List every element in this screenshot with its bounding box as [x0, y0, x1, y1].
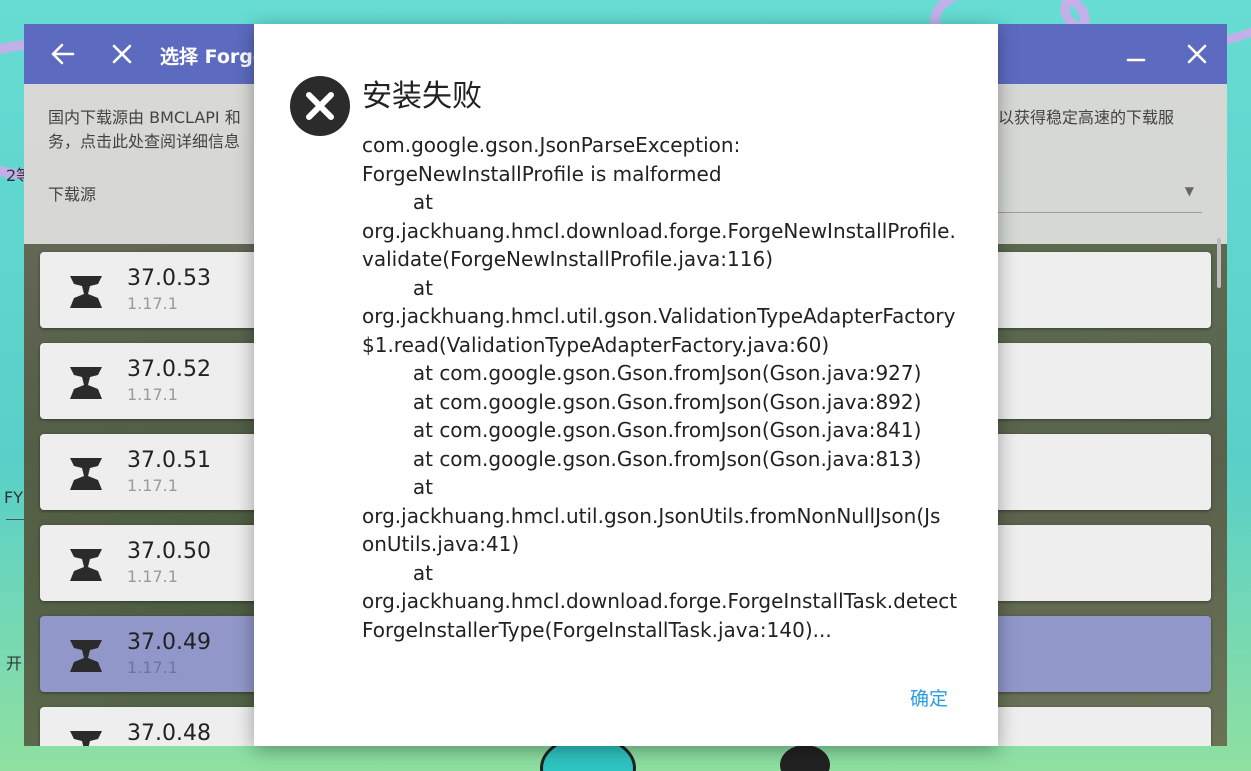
- info-text-fragment: 以获得稳定高速的下载服: [998, 108, 1175, 127]
- version-number: 37.0.51: [127, 448, 211, 473]
- game-version: 1.17.1: [127, 476, 178, 495]
- stacktrace-line: ForgeInstallerType(ForgeInstallTask.java…: [362, 617, 832, 642]
- stacktrace-line: at: [362, 190, 433, 214]
- wallpaper-shape: [780, 745, 830, 771]
- anvil-icon: [70, 549, 102, 581]
- close-icon: [112, 44, 132, 64]
- anvil-icon: [70, 367, 102, 399]
- minimize-icon: [1126, 58, 1146, 62]
- version-number: 37.0.48: [127, 721, 211, 746]
- chevron-down-icon: ▼: [1184, 184, 1194, 198]
- stacktrace-line: ForgeNewInstallProfile is malformed: [362, 161, 722, 186]
- game-version: 1.17.1: [127, 567, 178, 586]
- anvil-icon: [70, 276, 102, 308]
- close-page-button[interactable]: [104, 36, 140, 72]
- stacktrace-line: onUtils.java:41): [362, 532, 520, 556]
- minimize-button[interactable]: [1118, 36, 1154, 72]
- anvil-icon: [70, 731, 102, 746]
- confirm-button[interactable]: 确定: [910, 684, 948, 711]
- stacktrace-line: validate(ForgeNewInstallProfile.java:116…: [362, 247, 773, 271]
- window-title: 选择 Forge: [160, 46, 266, 68]
- error-circle-icon: [290, 76, 350, 136]
- stacktrace-line: at com.google.gson.Gson.fromJson(Gson.ja…: [362, 361, 922, 385]
- version-number: 37.0.52: [127, 357, 211, 382]
- desktop-text-fragment: 开: [6, 654, 23, 673]
- stacktrace-line: org.jackhuang.hmcl.util.gson.ValidationT…: [362, 304, 956, 328]
- back-button[interactable]: [44, 36, 80, 72]
- stacktrace-line: at com.google.gson.Gson.fromJson(Gson.ja…: [362, 389, 922, 414]
- game-version: 1.17.1: [127, 658, 178, 677]
- stacktrace-line: $1.read(ValidationTypeAdapterFactory.jav…: [362, 332, 830, 357]
- desktop-text-fragment: FY: [4, 488, 23, 507]
- stacktrace-line: at com.google.gson.Gson.fromJson(Gson.ja…: [362, 418, 922, 442]
- stacktrace-line: com.google.gson.JsonParseException:: [362, 133, 741, 157]
- stacktrace-line: at: [362, 560, 433, 585]
- stacktrace-line: org.jackhuang.hmcl.download.forge.ForgeI…: [362, 589, 958, 613]
- error-stacktrace: com.google.gson.JsonParseException: Forge…: [362, 131, 967, 644]
- stacktrace-line: at com.google.gson.Gson.fromJson(Gson.ja…: [362, 446, 922, 471]
- stacktrace-line: org.jackhuang.hmcl.util.gson.JsonUtils.f…: [362, 503, 941, 528]
- stacktrace-line: at: [362, 475, 433, 499]
- desktop-divider: [6, 519, 24, 520]
- close-icon: [1187, 44, 1207, 64]
- dialog-title: 安装失败: [362, 79, 482, 114]
- version-number: 37.0.49: [127, 630, 211, 655]
- stacktrace-line: at: [362, 275, 433, 300]
- version-number: 37.0.50: [127, 539, 211, 564]
- install-failed-dialog: 安装失败 com.google.gson.JsonParseException:…: [254, 24, 998, 746]
- list-scrollbar[interactable]: [1217, 238, 1221, 288]
- anvil-icon: [70, 640, 102, 672]
- game-version: 1.17.1: [127, 294, 178, 313]
- stacktrace-line: org.jackhuang.hmcl.download.forge.ForgeN…: [362, 218, 956, 243]
- version-number: 37.0.53: [127, 266, 211, 291]
- arrow-left-icon: [51, 43, 75, 65]
- anvil-icon: [70, 458, 102, 490]
- close-window-button[interactable]: [1179, 36, 1215, 72]
- download-source-label: 下载源: [48, 185, 97, 204]
- game-version: 1.17.1: [127, 385, 178, 404]
